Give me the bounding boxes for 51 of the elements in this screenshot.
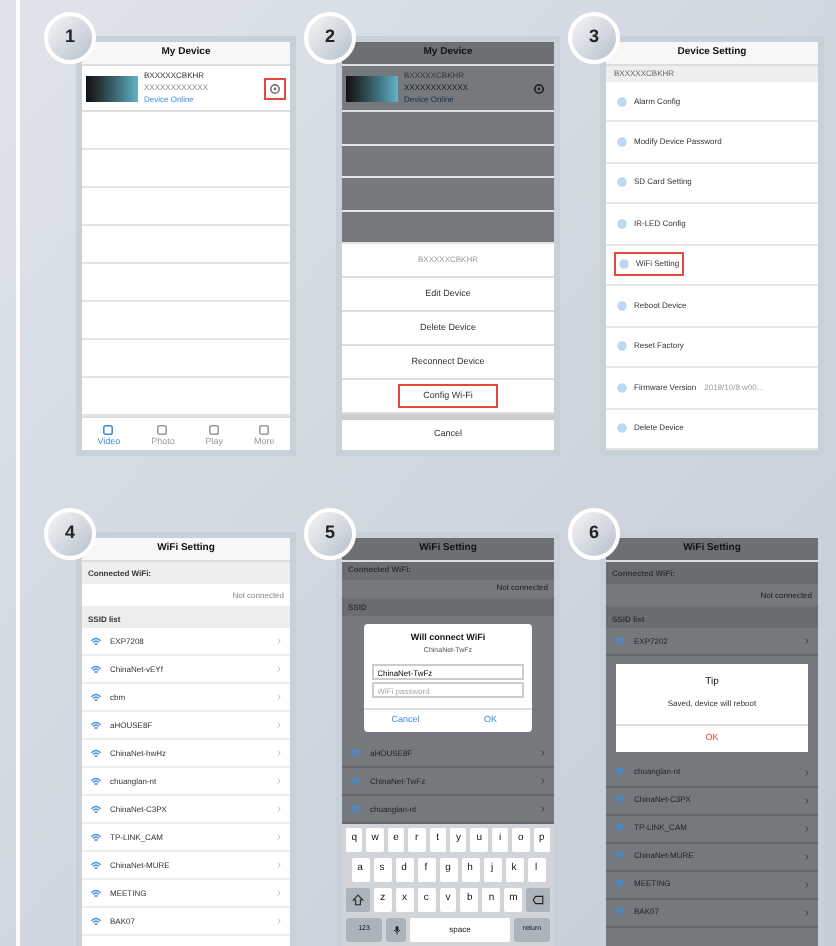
camera-thumbnail [346,75,398,101]
wifi-icon [90,831,102,843]
wifi-icon [90,803,102,815]
microphone-key[interactable] [386,918,406,942]
step-number: 4 [44,508,96,560]
step-number: 5 [304,508,356,560]
setting-icon [616,95,628,108]
wifi-icon [350,803,362,815]
setting-icon [616,381,628,394]
tab-icon [208,424,221,436]
wifi-icon [90,859,102,871]
camera-thumbnail [86,75,138,101]
wifi-icon [90,719,102,731]
wifi-icon [90,775,102,787]
tab-icon [156,424,169,436]
wifi-icon [350,775,362,787]
wifi-icon [614,850,626,862]
shift-icon [351,894,364,906]
wifi-icon [90,747,102,759]
microphone-icon [391,924,401,936]
shift-key[interactable] [346,888,370,912]
setting-icon [618,258,630,271]
wifi-icon [614,878,626,890]
wifi-icon [614,906,626,918]
delete-key[interactable] [526,888,550,912]
step-number: 2 [304,12,356,64]
step-number: 6 [568,508,620,560]
wifi-icon [90,887,102,899]
setting-icon [616,340,628,353]
wifi-icon [90,663,102,675]
settings-icon [532,81,546,95]
step-number: 3 [568,12,620,64]
step-number: 1 [44,12,96,64]
settings-button[interactable] [264,77,286,99]
setting-icon [616,135,628,148]
wifi-icon [90,691,102,703]
wifi-icon [614,766,626,778]
wifi-icon [350,747,362,759]
setting-icon [616,299,628,312]
setting-icon [616,422,628,435]
tab-icon [258,424,271,436]
wifi-icon [90,635,102,647]
wifi-icon [614,822,626,834]
wifi-icon [90,915,102,927]
backspace-icon [532,894,545,906]
settings-icon [268,81,282,95]
setting-icon [616,176,628,189]
wifi-icon [614,794,626,806]
setting-icon [616,217,628,230]
tab-icon [102,424,115,436]
wifi-icon [614,635,626,647]
